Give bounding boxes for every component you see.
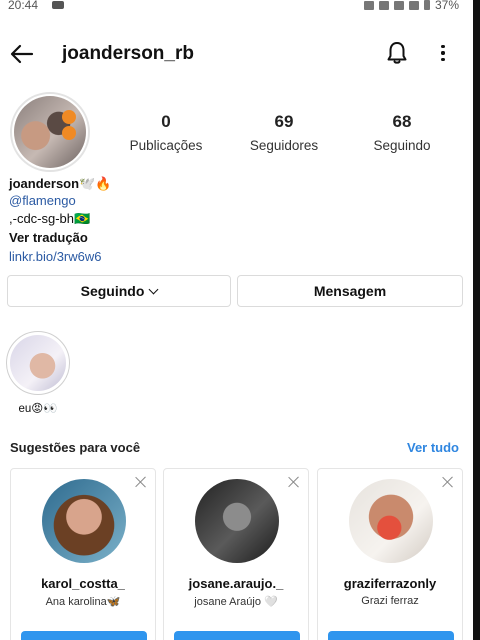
stat-followers[interactable]: 69 Seguidores	[229, 112, 339, 153]
highlight-label: eu😡👀	[18, 403, 58, 415]
battery-percent: 37%	[434, 0, 459, 12]
avatar-emoji-overlay	[62, 110, 76, 142]
suggestion-name: josane Araújo 🤍	[194, 596, 278, 608]
cast-icon	[363, 0, 374, 10]
stat-posts[interactable]: 0 Publicações	[111, 112, 221, 153]
followers-label: Seguidores	[249, 138, 319, 153]
suggestion-username[interactable]: karol_costta_	[11, 576, 155, 591]
suggestion-name: Ana karolina🦋	[45, 596, 121, 608]
signal-icon	[408, 0, 419, 10]
kebab-dot	[441, 51, 445, 55]
suggestion-avatar[interactable]	[195, 479, 279, 563]
following-button[interactable]: Seguindo	[7, 275, 231, 307]
camera-notification-icon	[52, 1, 64, 9]
profile-username: joanderson_rb	[62, 43, 194, 64]
posts-count: 0	[161, 112, 171, 131]
dismiss-icon[interactable]	[134, 475, 148, 489]
vibrate-icon	[378, 0, 389, 10]
story-highlight[interactable]	[6, 331, 70, 395]
bio-mention-link[interactable]: @flamengo	[9, 193, 76, 208]
status-time: 20:44	[8, 0, 39, 12]
profile-screen: 20:44 37% joanderson_rb 0 Publicações 69…	[0, 0, 473, 640]
wifi-icon	[393, 0, 404, 10]
suggestion-name: Grazi ferraz	[361, 595, 419, 607]
bell-icon	[387, 42, 407, 64]
following-label: Seguindo	[373, 138, 431, 153]
profile-avatar[interactable]	[10, 92, 90, 172]
following-count: 68	[392, 112, 412, 131]
stat-following[interactable]: 68 Seguindo	[347, 112, 457, 153]
suggestions-title: Sugestões para você	[10, 440, 141, 455]
posts-label: Publicações	[129, 138, 203, 153]
message-button[interactable]: Mensagem	[237, 275, 463, 307]
kebab-dot	[441, 57, 445, 62]
dismiss-icon[interactable]	[441, 475, 455, 489]
screen-edge	[473, 0, 480, 640]
more-options-button[interactable]	[432, 40, 454, 66]
suggestion-username[interactable]: graziferrazonly	[318, 576, 462, 591]
suggestion-username[interactable]: josane.araujo._	[164, 576, 308, 591]
follow-button[interactable]	[328, 631, 454, 640]
chevron-down-icon	[148, 284, 159, 294]
suggestion-card[interactable]: josane.araujo._ josane Araújo 🤍	[163, 468, 309, 640]
arrow-left-icon	[10, 44, 34, 64]
see-all-link[interactable]: Ver tudo	[407, 440, 459, 455]
follow-button[interactable]	[174, 631, 300, 640]
follow-button[interactable]	[21, 631, 147, 640]
suggestion-card[interactable]: graziferrazonly Grazi ferraz	[317, 468, 463, 640]
highlight-cover	[10, 335, 66, 391]
following-label: Seguindo	[80, 283, 145, 299]
suggestion-avatar[interactable]	[349, 479, 433, 563]
dismiss-icon[interactable]	[287, 475, 301, 489]
notifications-button[interactable]	[384, 40, 410, 66]
status-icons: 37%	[363, 0, 459, 12]
bio-name: joanderson🕊️🔥	[9, 176, 112, 191]
kebab-dot	[441, 44, 445, 49]
top-bar: joanderson_rb	[0, 34, 473, 74]
bio-text: ,-cdc-sg-bh🇧🇷	[9, 211, 91, 226]
message-label: Mensagem	[313, 283, 387, 299]
followers-count: 69	[274, 112, 294, 131]
suggestion-avatar[interactable]	[42, 479, 126, 563]
status-bar: 20:44 37%	[0, 0, 473, 14]
back-button[interactable]	[8, 40, 36, 68]
bio-external-link[interactable]: linkr.bio/3rw6w6	[9, 249, 102, 264]
suggestion-card[interactable]: karol_costta_ Ana karolina🦋	[10, 468, 156, 640]
battery-icon	[423, 0, 430, 10]
see-translation-button[interactable]: Ver tradução	[9, 230, 88, 245]
